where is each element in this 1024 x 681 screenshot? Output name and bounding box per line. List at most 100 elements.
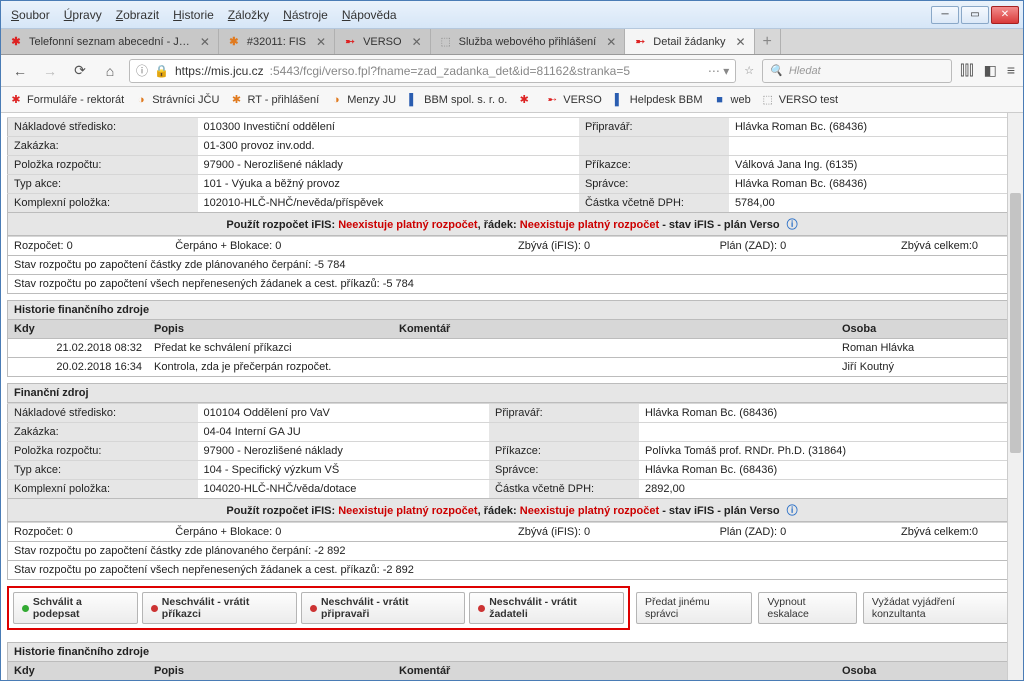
library-icon[interactable]: ⫿⫿⫿ — [960, 62, 973, 79]
summary-1a: Stav rozpočtu po započtení částky zde pl… — [7, 256, 1017, 275]
bookmark-item[interactable]: ⬚VERSO test — [761, 93, 838, 107]
stat-cell: Zbývá (iFIS): 0 — [512, 523, 714, 542]
menu-soubor[interactable]: Soubor — [5, 6, 56, 24]
tab-close-icon[interactable]: ✕ — [735, 35, 745, 49]
forward-button[interactable]: → — [39, 60, 61, 82]
field-label: Částka včetně DPH: — [579, 194, 729, 213]
search-box[interactable]: 🔍 Hledat — [762, 59, 952, 83]
col-osoba: Osoba — [836, 320, 1016, 338]
page-content: Nákladové středisko: 010300 Investiční od… — [1, 113, 1023, 681]
history-2-title: Historie finančního zdroje — [7, 642, 1017, 662]
minimize-button[interactable]: ─ — [931, 6, 959, 24]
field-value: Válková Jana Ing. (6135) — [729, 156, 1017, 175]
hist-comment — [393, 358, 836, 376]
close-button[interactable]: ✕ — [991, 6, 1019, 24]
menu-úpravy[interactable]: Úpravy — [58, 6, 108, 24]
scrollbar-thumb[interactable] — [1010, 193, 1021, 453]
field-value: Hlávka Roman Bc. (68436) — [729, 118, 1017, 137]
tab-favicon: ✱ — [9, 35, 23, 49]
bookmark-icon: ◑ — [134, 93, 148, 107]
button-label: Neschválit - vrátit příkazci — [162, 596, 288, 620]
action-button[interactable]: Neschválit - vrátit připravaři — [301, 592, 465, 624]
bookmark-label: BBM spol. s. r. o. — [424, 94, 507, 106]
action-button[interactable]: Neschválit - vrátit příkazci — [142, 592, 297, 624]
status-dot-icon — [151, 605, 158, 612]
url-dropdown-icon[interactable]: ⋯ ▾ — [708, 64, 729, 78]
sidebar-icon[interactable]: ◧ — [984, 62, 997, 79]
browser-tab[interactable]: ➸VERSO✕ — [335, 29, 431, 54]
stat-cell: Čerpáno + Blokace: 0 — [169, 237, 512, 256]
star-icon[interactable]: ☆ — [744, 64, 754, 77]
menu-zobrazit[interactable]: Zobrazit — [110, 6, 165, 24]
tab-close-icon[interactable]: ✕ — [316, 35, 326, 49]
tab-favicon: ➸ — [633, 35, 647, 49]
action-button[interactable]: Vyžádat vyjádření konzultanta — [863, 592, 1017, 624]
bookmark-item[interactable]: ✱Formuláře - rektorát — [9, 93, 124, 107]
action-button[interactable]: Vypnout eskalace — [758, 592, 856, 624]
new-tab-button[interactable]: + — [755, 29, 781, 54]
menu-bar: SouborÚpravyZobrazitHistorieZáložkyNástr… — [1, 1, 1023, 29]
bookmark-item[interactable]: ■web — [713, 93, 751, 107]
back-button[interactable]: ← — [9, 60, 31, 82]
stat-cell: Rozpočet: 0 — [8, 237, 169, 256]
bookmark-item[interactable]: ✱ — [517, 93, 535, 107]
help-icon[interactable]: ⓘ — [787, 219, 798, 231]
bookmark-icon: ▌ — [612, 93, 626, 107]
action-button[interactable]: Předat jinému správci — [636, 592, 752, 624]
tab-label: Telefonní seznam abecední - J… — [29, 36, 190, 48]
action-button[interactable]: Schválit a podepsat — [13, 592, 138, 624]
url-host: https://mis.jcu.cz — [175, 64, 264, 78]
summary-1b: Stav rozpočtu po započtení všech nepřene… — [7, 275, 1017, 294]
search-placeholder: Hledat — [789, 65, 821, 77]
browser-tab[interactable]: ✱#32011: FIS✕ — [219, 29, 335, 54]
history-row: 21.02.2018 08:32Předat ke schválení přík… — [7, 339, 1017, 358]
browser-tab[interactable]: ⬚Služba webového přihlášení✕ — [431, 29, 626, 54]
menu-icon[interactable]: ≡ — [1007, 62, 1015, 79]
tab-close-icon[interactable]: ✕ — [606, 35, 616, 49]
bookmark-icon: ■ — [713, 93, 727, 107]
field-value: 01-300 provoz inv.odd. — [198, 137, 579, 156]
help-icon[interactable]: ⓘ — [787, 505, 798, 517]
stat-cell: Plán (ZAD): 0 — [714, 237, 895, 256]
budget-warn2: Neexistuje platný rozpočet — [520, 219, 659, 231]
maximize-button[interactable]: ▭ — [961, 6, 989, 24]
tab-favicon: ✱ — [227, 35, 241, 49]
menu-záložky[interactable]: Záložky — [222, 6, 275, 24]
bookmark-item[interactable]: ▌ BBM spol. s. r. o. — [406, 93, 507, 107]
tab-close-icon[interactable]: ✕ — [200, 35, 210, 49]
col-komentar: Komentář — [393, 320, 836, 338]
bookmark-icon: ▌ — [406, 93, 420, 107]
tab-close-icon[interactable]: ✕ — [412, 35, 422, 49]
vertical-scrollbar[interactable] — [1007, 113, 1023, 681]
site-info-icon[interactable]: ⓘ — [136, 62, 148, 79]
field-value: 010300 Investiční oddělení — [198, 118, 579, 137]
field-label — [579, 137, 729, 156]
bookmark-label: Menzy JU — [347, 94, 396, 106]
budget-info-2: Použít rozpočet iFIS: Neexistuje platný … — [7, 499, 1017, 522]
menu-historie[interactable]: Historie — [167, 6, 220, 24]
bookmark-item[interactable]: ✱RT - přihlášení — [229, 93, 319, 107]
field-value: Polívka Tomáš prof. RNDr. Ph.D. (31864) — [639, 442, 1016, 461]
browser-tab[interactable]: ➸Detail žádanky✕ — [625, 29, 754, 54]
field-label: Položka rozpočtu: — [8, 156, 198, 175]
bookmark-item[interactable]: ◑Menzy JU — [329, 93, 396, 107]
home-button[interactable]: ⌂ — [99, 60, 121, 82]
bookmark-item[interactable]: ◑Strávníci JČU — [134, 93, 219, 107]
field-label: Komplexní položka: — [8, 194, 198, 213]
field-value: 104020-HLČ-NHČ/věda/dotace — [198, 480, 490, 499]
reload-button[interactable]: ⟳ — [69, 60, 91, 82]
bookmark-item[interactable]: ➸VERSO — [545, 93, 602, 107]
bookmark-label: VERSO test — [779, 94, 838, 106]
field-label: Nákladové středisko: — [8, 404, 198, 423]
field-value: 104 - Specifický výzkum VŠ — [198, 461, 490, 480]
summary-2a: Stav rozpočtu po započtení částky zde pl… — [7, 542, 1017, 561]
menu-nástroje[interactable]: Nástroje — [277, 6, 334, 24]
action-button[interactable]: Neschválit - vrátit žadateli — [469, 592, 624, 624]
bookmark-item[interactable]: ▌Helpdesk BBM — [612, 93, 703, 107]
menu-nápověda[interactable]: Nápověda — [336, 6, 403, 24]
browser-tab[interactable]: ✱ Telefonní seznam abecední - J… ✕ — [1, 29, 219, 54]
address-bar[interactable]: ⓘ 🔒 https://mis.jcu.cz:5443/fcgi/verso.f… — [129, 59, 736, 83]
button-label: Neschválit - vrátit připravaři — [321, 596, 456, 620]
hist-comment — [393, 339, 836, 357]
field-label: Připravář: — [579, 118, 729, 137]
